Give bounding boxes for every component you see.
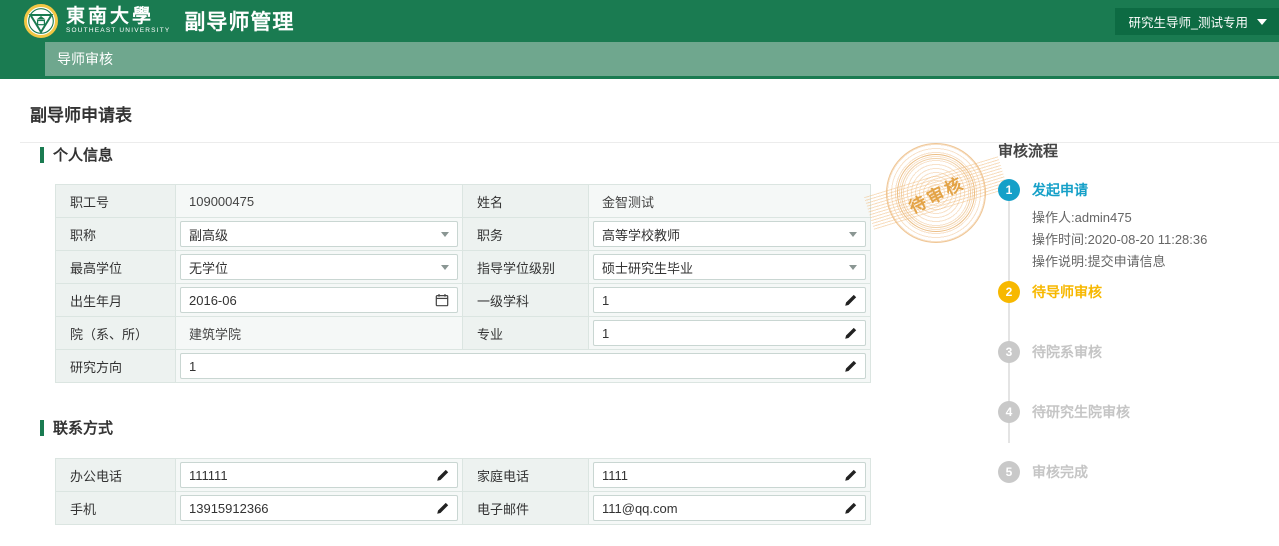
review-workflow-panel: 审核流程 1 发起申请 操作人:admin475 操作时间:2020-08-20…	[998, 140, 1273, 483]
step-number-badge: 1	[998, 179, 1020, 201]
stamp-ring-icon	[897, 154, 975, 232]
step-number-badge: 5	[998, 461, 1020, 483]
pencil-icon	[844, 294, 857, 307]
step-label: 待研究生院审核	[1032, 402, 1130, 422]
field-label: 职务	[463, 218, 589, 251]
table-row: 研究方向 1	[56, 350, 871, 383]
table-row: 手机 13915912366 电子邮件 111@qq.com	[56, 492, 871, 525]
app-header: 東南大學 SOUTHEAST UNIVERSITY 副导师管理 研究生导师_测试…	[0, 0, 1279, 42]
user-role-label: 研究生导师_测试专用	[1129, 12, 1248, 31]
chevron-down-icon	[849, 265, 857, 270]
workflow-step-5: 5 审核完成	[998, 461, 1273, 483]
table-row: 出生年月 2016-06 一级学科 1	[56, 284, 871, 317]
home-phone-input[interactable]: 1111	[593, 462, 866, 488]
table-row: 职工号 109000475 姓名 金智测试	[56, 185, 871, 218]
field-label: 出生年月	[56, 284, 176, 317]
section-contact-info: 联系方式	[40, 417, 113, 438]
tab-mentor-review[interactable]: 导师审核	[57, 42, 113, 76]
office-phone-input[interactable]: 111111	[180, 462, 458, 488]
stamp-ring-icon	[901, 158, 971, 228]
step-number-badge: 2	[998, 281, 1020, 303]
page-title: 副导师申请表	[30, 101, 132, 126]
seu-seal-icon	[24, 4, 58, 38]
workflow-step-1: 1 发起申请 操作人:admin475 操作时间:2020-08-20 11:2…	[998, 179, 1273, 273]
main-navbar: 导师审核	[0, 42, 1279, 76]
stamp-rings-icon	[886, 143, 986, 243]
workflow-step-4: 4 待研究生院审核	[998, 401, 1273, 461]
field-label: 职称	[56, 218, 176, 251]
stamp-text: 待审核	[869, 126, 1003, 260]
step-number-badge: 3	[998, 341, 1020, 363]
employee-id-value: 109000475	[179, 194, 459, 209]
chevron-down-icon	[849, 232, 857, 237]
duty-select[interactable]: 高等学校教师	[593, 221, 866, 247]
university-name-cn: 東南大學	[66, 7, 170, 26]
highest-degree-select[interactable]: 无学位	[180, 254, 458, 280]
table-row: 最高学位 无学位 指导学位级别 硕士研究生毕业	[56, 251, 871, 284]
step-detail-time: 操作时间:2020-08-20 11:28:36	[1032, 229, 1273, 251]
workflow-step-2: 2 待导师审核	[998, 281, 1273, 341]
section-bar-icon	[40, 147, 44, 163]
table-row: 职称 副高级 职务 高等学校教师	[56, 218, 871, 251]
step-number-badge: 4	[998, 401, 1020, 423]
university-name-en: SOUTHEAST UNIVERSITY	[66, 28, 170, 35]
field-label: 一级学科	[463, 284, 589, 317]
step-label: 待院系审核	[1032, 342, 1102, 362]
user-role-dropdown[interactable]: 研究生导师_测试专用	[1115, 8, 1279, 35]
field-label: 指导学位级别	[463, 251, 589, 284]
section-personal-title: 个人信息	[53, 144, 113, 165]
field-label: 家庭电话	[463, 459, 589, 492]
university-logo: 東南大學 SOUTHEAST UNIVERSITY	[24, 4, 170, 38]
pending-review-stamp: 待审核	[886, 143, 986, 243]
workflow-title: 审核流程	[998, 140, 1273, 161]
field-label: 办公电话	[56, 459, 176, 492]
workflow-step-3: 3 待院系审核	[998, 341, 1273, 401]
calendar-icon	[435, 293, 449, 307]
step-label: 发起申请	[1032, 180, 1088, 200]
pencil-icon	[844, 327, 857, 340]
field-label: 手机	[56, 492, 176, 525]
pencil-icon	[844, 502, 857, 515]
table-row: 院（系、所） 建筑学院 专业 1	[56, 317, 871, 350]
supervise-level-select[interactable]: 硕士研究生毕业	[593, 254, 866, 280]
step-label: 审核完成	[1032, 462, 1088, 482]
section-contact-title: 联系方式	[53, 417, 113, 438]
table-row: 办公电话 111111 家庭电话 1111	[56, 459, 871, 492]
chevron-down-icon	[441, 265, 449, 270]
name-value: 金智测试	[592, 192, 867, 211]
contact-info-table: 办公电话 111111 家庭电话 1111 手机 13915912366 电子邮…	[55, 458, 871, 525]
step-detail-note: 操作说明:提交申请信息	[1032, 251, 1273, 273]
step-detail-operator: 操作人:admin475	[1032, 207, 1273, 229]
field-label: 专业	[463, 317, 589, 350]
step-details: 操作人:admin475 操作时间:2020-08-20 11:28:36 操作…	[1032, 207, 1273, 273]
field-label: 职工号	[56, 185, 176, 218]
major-input[interactable]: 1	[593, 320, 866, 346]
pencil-icon	[436, 502, 449, 515]
field-label: 姓名	[463, 185, 589, 218]
pencil-icon	[844, 360, 857, 373]
pencil-icon	[844, 469, 857, 482]
mobile-phone-input[interactable]: 13915912366	[180, 495, 458, 521]
pencil-icon	[436, 469, 449, 482]
chevron-down-icon	[1257, 19, 1267, 25]
birth-date-input[interactable]: 2016-06	[180, 287, 458, 313]
navbar-left-block	[0, 42, 45, 76]
personal-info-table: 职工号 109000475 姓名 金智测试 职称 副高级 职务 高等学校教师 最…	[55, 184, 871, 383]
section-personal-info: 个人信息	[40, 144, 113, 165]
content-area: 副导师申请表 个人信息 职工号 109000475 姓名 金智测试 职称 副高级…	[0, 79, 1279, 546]
chevron-down-icon	[441, 232, 449, 237]
research-direction-input[interactable]: 1	[180, 353, 866, 379]
title-rank-select[interactable]: 副高级	[180, 221, 458, 247]
field-label: 院（系、所）	[56, 317, 176, 350]
department-value: 建筑学院	[179, 324, 459, 343]
section-bar-icon	[40, 420, 44, 436]
app-title: 副导师管理	[184, 6, 294, 36]
stamp-hatch-band	[864, 156, 1008, 229]
field-label: 研究方向	[56, 350, 176, 383]
field-label: 最高学位	[56, 251, 176, 284]
email-input[interactable]: 111@qq.com	[593, 495, 866, 521]
field-label: 电子邮件	[463, 492, 589, 525]
primary-discipline-input[interactable]: 1	[593, 287, 866, 313]
step-label: 待导师审核	[1032, 282, 1102, 302]
